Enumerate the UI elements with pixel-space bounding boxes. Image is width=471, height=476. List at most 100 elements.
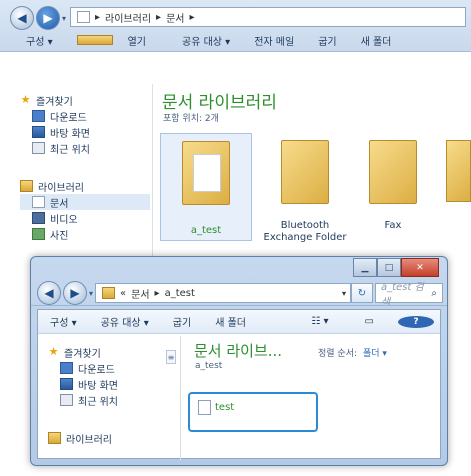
preview-pane-icon: ▭: [364, 316, 374, 327]
library-subtitle: a_test: [195, 361, 223, 371]
history-dropdown-icon[interactable]: ▾: [89, 289, 93, 298]
burn-button[interactable]: 굽기: [306, 33, 348, 48]
breadcrumb-documents[interactable]: 문서: [131, 286, 149, 301]
breadcrumb-sep-icon: ▸: [189, 11, 195, 23]
back-navigation-pane: ★ 즐겨찾기 다운로드 바탕 화면 최근 위치 라이브러리 문서 비디오 사진: [20, 92, 150, 262]
star-icon: ★: [20, 93, 31, 106]
pictures-icon: [32, 228, 45, 240]
favorites-group[interactable]: ★ 즐겨찾기: [20, 92, 150, 108]
address-dropdown-icon[interactable]: ▾: [342, 289, 346, 298]
recent-places-icon: [32, 142, 45, 154]
breadcrumb-overflow-icon[interactable]: «: [120, 288, 126, 299]
history-dropdown-icon[interactable]: ▾: [62, 14, 66, 23]
folder-item-bluetooth[interactable]: Bluetooth Exchange Folder: [255, 133, 355, 253]
favorites-label: 즐겨찾기: [36, 96, 73, 108]
folder-item-fax[interactable]: Fax: [358, 133, 428, 243]
back-button[interactable]: ◀: [10, 6, 34, 30]
libraries-label: 라이브러리: [38, 182, 84, 194]
back-arrow-icon: ◀: [44, 286, 54, 300]
libraries-label: 라이브러리: [66, 434, 112, 446]
libraries-icon: [48, 432, 61, 444]
maximize-button[interactable]: □: [377, 258, 401, 277]
back-arrow-icon: ◀: [17, 11, 27, 25]
refresh-icon: ↻: [357, 287, 367, 299]
share-with-menu[interactable]: 공유 대상 ▾: [89, 314, 161, 329]
close-button[interactable]: ✕: [401, 258, 439, 277]
back-button[interactable]: ◀: [37, 281, 61, 305]
videos-icon: [32, 212, 45, 224]
forward-button[interactable]: ▶: [63, 281, 87, 305]
open-button[interactable]: 열기: [65, 33, 170, 48]
email-button[interactable]: 전자 메일: [242, 33, 306, 48]
front-address-bar[interactable]: « 문서 ▸ a_test ▾: [95, 283, 351, 303]
nav-item-desktop[interactable]: 바탕 화면: [20, 124, 150, 140]
nav-item-desktop[interactable]: 바탕 화면: [48, 376, 160, 392]
new-folder-button[interactable]: 새 폴더: [349, 33, 404, 48]
favorites-group[interactable]: ★ 즐겨찾기: [48, 344, 160, 360]
nav-label: 최근 위치: [78, 396, 118, 408]
breadcrumb-libraries[interactable]: 라이브러리: [105, 10, 151, 25]
front-nav-buttons: ◀ ▶ ▾: [37, 281, 93, 305]
libraries-icon: [20, 180, 33, 192]
help-icon: ?: [398, 315, 434, 328]
minimize-button[interactable]: ▁: [353, 258, 377, 277]
open-label: 열기: [127, 37, 147, 48]
forward-arrow-icon: ▶: [70, 286, 80, 300]
nav-item-recent[interactable]: 최근 위치: [20, 140, 150, 156]
forward-button[interactable]: ▶: [36, 6, 60, 30]
search-icon[interactable]: ⌕: [431, 288, 437, 299]
new-folder-button[interactable]: 새 폴더: [203, 314, 258, 329]
preview-pane-button[interactable]: ▭: [347, 316, 392, 327]
arrange-by: 정렬 순서: 폴더 ▾: [318, 346, 387, 359]
file-name: test: [215, 402, 235, 413]
library-title: 문서 라이브러리: [162, 93, 277, 113]
nav-item-documents[interactable]: 문서: [20, 194, 150, 210]
folder-item-a-test[interactable]: a_test: [160, 133, 252, 241]
organize-menu[interactable]: 구성 ▾: [38, 314, 89, 329]
nav-item-recent[interactable]: 최근 위치: [48, 392, 160, 408]
search-input[interactable]: a_test 검색 ⌕: [375, 282, 443, 308]
breadcrumb-a-test[interactable]: a_test: [165, 288, 195, 299]
nav-buttons: ◀ ▶ ▾: [10, 6, 66, 30]
folder-icon: [281, 140, 329, 204]
star-icon: ★: [48, 345, 59, 358]
minimize-icon: ▁: [361, 262, 369, 273]
nav-item-downloads[interactable]: 다운로드: [48, 360, 160, 376]
library-location-icon: [77, 11, 90, 23]
pane-divider: [180, 336, 181, 460]
help-button[interactable]: ?: [392, 315, 440, 328]
back-address-bar[interactable]: ▸ 라이브러리 ▸ 문서 ▸: [70, 7, 466, 27]
front-navigation-pane: ★ 즐겨찾기 다운로드 바탕 화면 최근 위치 라이브러리: [48, 344, 160, 456]
arrange-dropdown[interactable]: 폴더 ▾: [363, 346, 387, 359]
toolbar-divider: [31, 305, 447, 306]
views-button[interactable]: ☷ ▾: [293, 316, 346, 327]
back-command-bar: 구성 ▾ 열기 공유 대상 ▾ 전자 메일 굽기 새 폴더: [14, 33, 403, 48]
nav-item-videos[interactable]: 비디오: [20, 210, 150, 226]
share-with-menu[interactable]: 공유 대상 ▾: [170, 33, 242, 48]
views-icon: ☷ ▾: [311, 316, 329, 327]
libraries-group[interactable]: 라이브러리: [20, 178, 150, 194]
front-content-area: 구성 ▾ 공유 대상 ▾ 굽기 새 폴더 ☷ ▾ ▭ ? ★ 즐겨찾기 다운로드 …: [37, 309, 441, 460]
close-icon: ✕: [416, 262, 424, 273]
breadcrumb-documents[interactable]: 문서: [166, 10, 184, 25]
folder-label: Fax: [384, 220, 402, 231]
folder-icon-partial[interactable]: [446, 140, 471, 202]
libraries-group[interactable]: 라이브러리: [48, 430, 160, 446]
burn-button[interactable]: 굽기: [161, 314, 203, 329]
pane-scroll-button[interactable]: ≡: [166, 350, 176, 364]
document-paper-icon: [193, 154, 221, 192]
library-title: 문서 라이브...: [194, 342, 283, 360]
downloads-icon: [60, 362, 73, 374]
refresh-button[interactable]: ↻: [351, 283, 373, 303]
folder-location-icon: [102, 287, 115, 299]
desktop-icon: [32, 126, 45, 138]
documents-icon: [32, 196, 45, 208]
nav-item-pictures[interactable]: 사진: [20, 226, 150, 242]
desktop-icon: [60, 378, 73, 390]
nav-label: 사진: [50, 230, 69, 242]
file-item-test[interactable]: test: [198, 400, 234, 415]
organize-menu[interactable]: 구성 ▾: [14, 33, 65, 48]
recent-places-icon: [60, 394, 73, 406]
nav-item-downloads[interactable]: 다운로드: [20, 108, 150, 124]
arrange-label: 정렬 순서:: [318, 349, 358, 359]
